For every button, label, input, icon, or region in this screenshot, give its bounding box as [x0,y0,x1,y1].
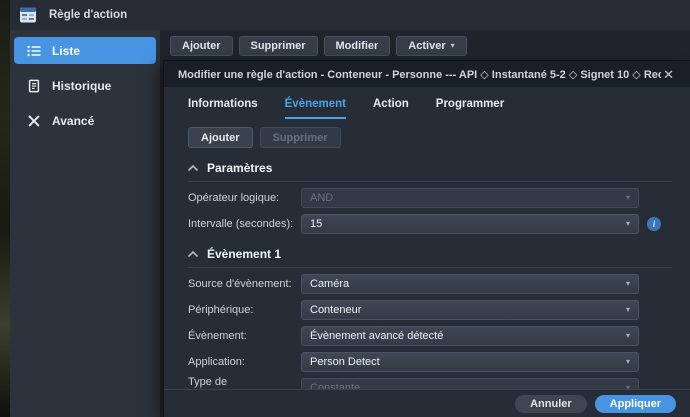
close-button[interactable]: ✕ [661,67,676,82]
select-value: Évènement avancé détecté [310,330,443,342]
delete-rule-button[interactable]: Supprimer [239,36,318,56]
tab-evenement[interactable]: Évènement [285,98,346,119]
advanced-tools-icon [27,114,41,128]
section-title: Évènement 1 [207,247,281,261]
remove-event-button: Supprimer [260,127,341,148]
list-toolbar: Ajouter Supprimer Modifier Activer ▾ [170,36,467,56]
tab-informations[interactable]: Informations [188,98,258,119]
edit-action-rule-dialog: Modifier une règle d'action - Conteneur … [163,60,690,417]
sidebar: Liste Historique Avancé [10,30,160,417]
event-actions: Ajouter Supprimer [188,127,672,148]
device-select[interactable]: Conteneur ▾ [301,300,639,320]
interval-select[interactable]: 15 ▾ [301,214,639,234]
caret-down-icon: ▾ [626,194,630,202]
dialog-footer: Annuler Appliquer [164,389,690,417]
dialog-tabs: Informations Évènement Action Programmer [188,98,672,119]
select-value: Caméra [310,278,349,290]
field-label: Type de déclenchement: [188,376,301,389]
event-source-select[interactable]: Caméra ▾ [301,274,639,294]
caret-down-icon: ▾ [626,220,630,228]
caret-down-icon: ▾ [626,306,630,314]
select-value: AND [310,192,333,204]
section-evenement-1: Évènement 1 Source d'évènement: Caméra ▾… [188,247,672,389]
form-row-peripherique: Périphérique: Conteneur ▾ [188,300,672,320]
close-icon: ✕ [663,67,674,82]
trigger-type-select: Constante ▾ [301,378,639,389]
section-title: Paramètres [207,161,272,175]
form-row-evenement: Évènement: Évènement avancé détecté ▾ [188,326,672,346]
add-rule-button[interactable]: Ajouter [170,36,233,56]
form-row-source-evenement: Source d'évènement: Caméra ▾ [188,274,672,294]
action-rule-app-icon [19,6,37,24]
add-event-button[interactable]: Ajouter [188,127,253,148]
event-select[interactable]: Évènement avancé détecté ▾ [301,326,639,346]
sidebar-item-label: Historique [52,79,111,93]
dialog-header: Modifier une règle d'action - Conteneur … [164,61,690,87]
application-select[interactable]: Person Detect ▾ [301,352,639,372]
surveillance-action-rule-window: Règle d'action Liste H [0,0,690,417]
caret-down-icon: ▾ [626,358,630,366]
field-label: Application: [188,356,301,368]
apply-button[interactable]: Appliquer [595,395,676,413]
chevron-up-icon [188,165,198,171]
caret-down-icon: ▾ [626,280,630,288]
field-label: Évènement: [188,330,301,342]
form-row-type-declenchement: Type de déclenchement: Constante ▾ [188,378,672,389]
select-value: Person Detect [310,356,380,368]
section-parametres-header[interactable]: Paramètres [188,161,672,182]
tab-action[interactable]: Action [373,98,409,119]
field-label: Périphérique: [188,304,301,316]
cancel-button[interactable]: Annuler [515,395,587,413]
list-icon [27,44,41,58]
desktop-background-sliver [0,0,10,417]
window-titlebar: Règle d'action [10,0,690,30]
sidebar-item-label: Avancé [52,114,94,128]
field-label: Source d'évènement: [188,278,301,290]
form-row-operateur-logique: Opérateur logique: AND ▾ [188,188,672,208]
sidebar-item-liste[interactable]: Liste [14,37,156,64]
section-evenement-1-header[interactable]: Évènement 1 [188,247,672,268]
select-value: 15 [310,218,322,230]
logical-operator-select: AND ▾ [301,188,639,208]
select-value: Conteneur [310,304,361,316]
field-label: Intervalle (secondes): [188,218,301,230]
window-title: Règle d'action [49,9,127,21]
modify-rule-button[interactable]: Modifier [324,36,391,56]
field-label: Opérateur logique: [188,192,301,204]
sidebar-item-label: Liste [52,44,80,58]
sidebar-item-historique[interactable]: Historique [14,72,156,99]
caret-down-icon: ▾ [451,42,455,50]
form-row-application: Application: Person Detect ▾ [188,352,672,372]
select-value: Constante [310,382,360,389]
sidebar-item-avance[interactable]: Avancé [14,107,156,134]
dialog-body: Informations Évènement Action Programmer… [164,87,690,389]
form-row-intervalle: Intervalle (secondes): 15 ▾ i [188,214,672,234]
info-icon[interactable]: i [647,217,661,231]
activate-dropdown-button[interactable]: Activer ▾ [396,36,466,56]
tab-programmer[interactable]: Programmer [436,98,504,119]
chevron-up-icon [188,251,198,257]
dialog-title: Modifier une règle d'action - Conteneur … [178,68,661,81]
section-parametres: Paramètres Opérateur logique: AND ▾ Inte… [188,161,672,234]
caret-down-icon: ▾ [626,332,630,340]
history-icon [27,79,41,93]
